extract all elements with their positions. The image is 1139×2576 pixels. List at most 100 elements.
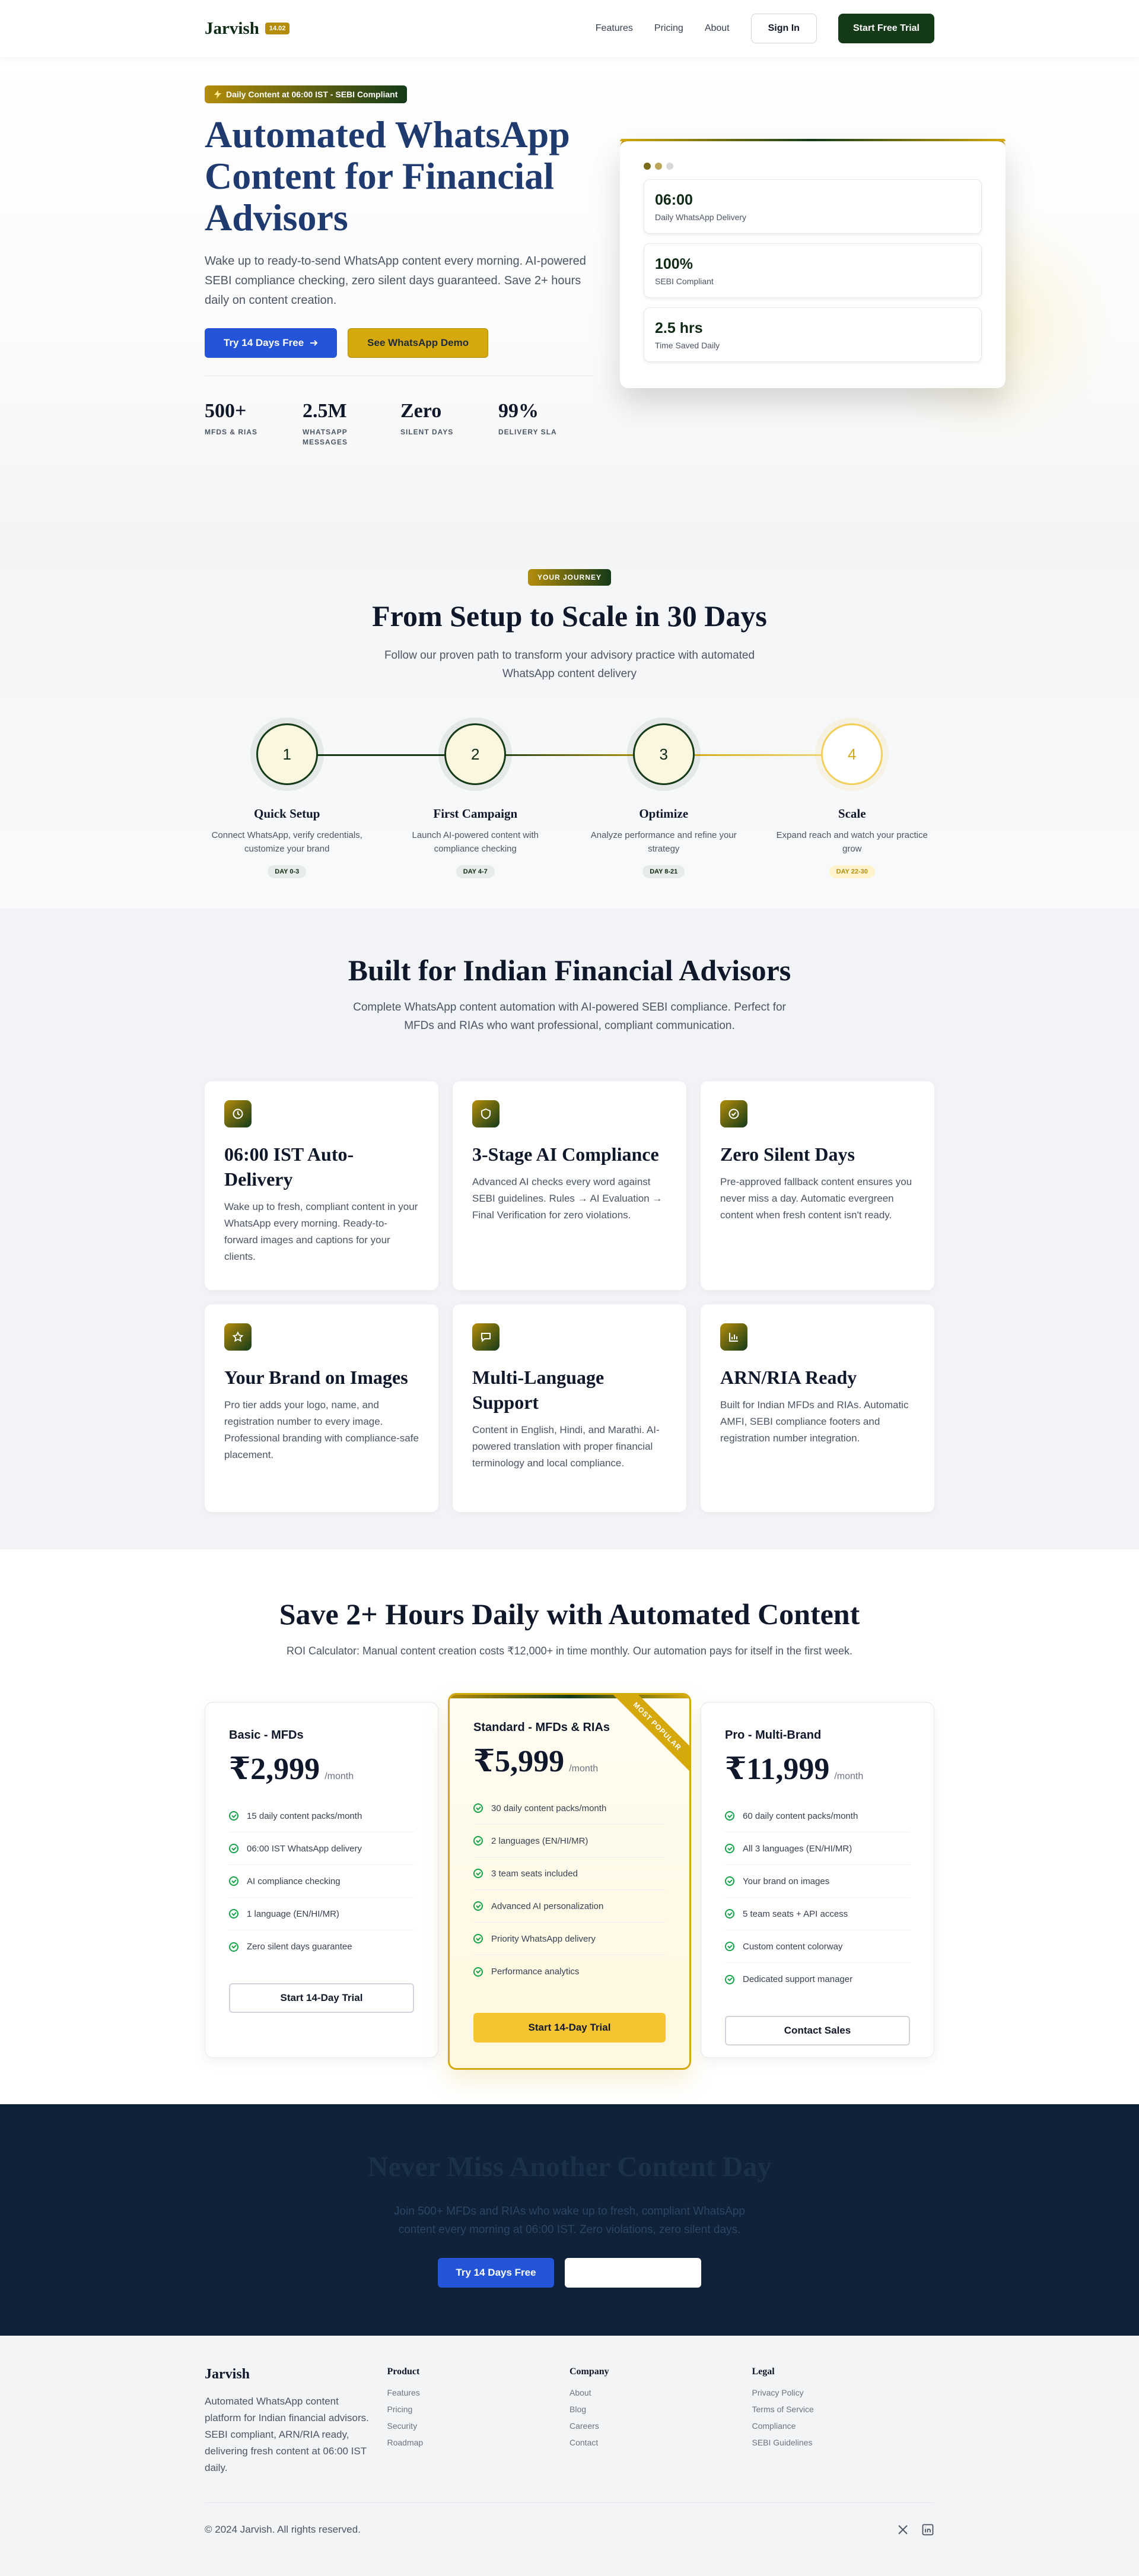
- arrow-right-icon: [310, 340, 318, 346]
- plan-name: Basic - MFDs: [229, 1729, 304, 1742]
- feature-title: 3-Stage AI Compliance: [472, 1144, 659, 1165]
- footer: Jarvish Automated WhatsApp content platf…: [0, 2336, 1139, 2576]
- plan-feature-item: 60 daily content packs/month: [725, 1800, 910, 1832]
- step-description: Analyze performance and refine your stra…: [590, 830, 737, 854]
- feature-description: Content in English, Hindi, and Marathi. …: [472, 1424, 660, 1469]
- step-tag: DAY 4-7: [456, 865, 495, 878]
- footer-link-compliance[interactable]: Compliance: [752, 2421, 935, 2431]
- footer-column-legal: Legal Privacy Policy Terms of Service Co…: [752, 2367, 935, 2476]
- check-icon: [473, 1967, 483, 1977]
- stat-value: 99%: [498, 400, 539, 422]
- chart-icon: [720, 1323, 747, 1351]
- window-dot: [666, 163, 673, 170]
- pricing-section: Save 2+ Hours Daily with Automated Conte…: [0, 1549, 1139, 2104]
- plan-feature-item: Advanced AI personalization: [473, 1890, 666, 1923]
- plan-feature-item: Custom content colorway: [725, 1930, 910, 1963]
- footer-link-terms[interactable]: Terms of Service: [752, 2405, 935, 2414]
- nav-link-pricing[interactable]: Pricing: [654, 23, 683, 34]
- footer-link-roadmap[interactable]: Roadmap: [387, 2438, 570, 2447]
- check-icon: [725, 1876, 734, 1886]
- top-nav: Jarvish 14.02 Features Pricing About Sig…: [0, 0, 1139, 57]
- mockup-card-label: SEBI Compliant: [655, 277, 714, 286]
- plan-feature-text: Your brand on images: [743, 1876, 830, 1886]
- cta-secondary-button[interactable]: [565, 2258, 701, 2288]
- step-title: Quick Setup: [254, 806, 320, 821]
- mockup-card-delivery: 06:00 Daily WhatsApp Delivery: [644, 179, 982, 234]
- nav-link-about[interactable]: About: [705, 23, 730, 34]
- plan-feature-item: 06:00 IST WhatsApp delivery: [229, 1832, 414, 1865]
- standard-start-trial-button[interactable]: Start 14-Day Trial: [473, 2013, 666, 2043]
- contact-sales-button[interactable]: Contact Sales: [725, 2016, 910, 2045]
- plan-feature-item: 30 daily content packs/month: [473, 1792, 666, 1825]
- step-description: Expand reach and watch your practice gro…: [776, 830, 928, 854]
- brand[interactable]: Jarvish 14.02: [205, 19, 290, 39]
- journey-step: 2 First Campaign Launch AI-powered conte…: [381, 723, 570, 878]
- cta-try-free-button[interactable]: Try 14 Days Free: [438, 2258, 554, 2288]
- feature-description: Wake up to fresh, compliant content in y…: [224, 1201, 418, 1262]
- feature-description: Pre-approved fallback content ensures yo…: [720, 1176, 912, 1221]
- check-icon: [473, 1803, 483, 1813]
- plan-price: ₹5,999: [473, 1745, 565, 1778]
- feature-title: Your Brand on Images: [224, 1367, 408, 1388]
- feature-title: 06:00 IST Auto-Delivery: [224, 1144, 354, 1190]
- feature-title: Zero Silent Days: [720, 1144, 855, 1165]
- footer-about: Automated WhatsApp content platform for …: [205, 2396, 369, 2473]
- feature-card: 06:00 IST Auto-Delivery Wake up to fresh…: [205, 1081, 438, 1290]
- stat-label: Delivery SLA: [498, 428, 557, 436]
- chat-icon: [472, 1323, 499, 1351]
- window-dot: [644, 163, 651, 170]
- clock-icon: [224, 1100, 252, 1127]
- footer-link-about[interactable]: About: [570, 2388, 752, 2397]
- features-grid: 06:00 IST Auto-Delivery Wake up to fresh…: [205, 1081, 934, 1512]
- journey-step: 1 Quick Setup Connect WhatsApp, verify c…: [193, 723, 381, 878]
- basic-start-trial-button[interactable]: Start 14-Day Trial: [229, 1983, 414, 2013]
- plan-feature-text: Zero silent days guarantee: [247, 1942, 352, 1952]
- copyright: © 2024 Jarvish. All rights reserved.: [205, 2524, 361, 2535]
- shield-icon: [472, 1100, 499, 1127]
- plan-feature-text: 06:00 IST WhatsApp delivery: [247, 1843, 362, 1854]
- journey-pill: YOUR JOURNEY: [527, 569, 612, 586]
- step-number: 3: [632, 723, 695, 785]
- cta-subtitle: Join 500+ MFDs and RIAs who wake up to f…: [394, 2205, 745, 2236]
- plan-top-gradient: [450, 1695, 689, 1698]
- feature-card: Multi-Language Support Content in Englis…: [453, 1304, 686, 1512]
- footer-link-sebi-guidelines[interactable]: SEBI Guidelines: [752, 2438, 935, 2447]
- step-description: Connect WhatsApp, verify credentials, cu…: [211, 830, 362, 854]
- step-title: First Campaign: [433, 806, 518, 821]
- step-tag: DAY 8-21: [642, 865, 685, 878]
- footer-column-product: Product Features Pricing Security Roadma…: [387, 2367, 570, 2476]
- whatsapp-demo-button[interactable]: See WhatsApp Demo: [348, 328, 489, 358]
- star-icon: [224, 1323, 252, 1351]
- journey-title: From Setup to Scale in 30 Days: [372, 599, 767, 633]
- x-twitter-icon[interactable]: [896, 2523, 909, 2536]
- features-title: Built for Indian Financial Advisors: [348, 954, 791, 987]
- footer-link-contact[interactable]: Contact: [570, 2438, 752, 2447]
- footer-link-features[interactable]: Features: [387, 2388, 570, 2397]
- footer-link-privacy[interactable]: Privacy Policy: [752, 2388, 935, 2397]
- footer-link-blog[interactable]: Blog: [570, 2405, 752, 2414]
- plan-feature-item: 1 language (EN/HI/MR): [229, 1898, 414, 1930]
- check-icon: [725, 1974, 734, 1984]
- stat-item: 500+ MFDs & RIAs: [205, 400, 303, 447]
- feature-title: Multi-Language Support: [472, 1367, 605, 1413]
- try-free-button[interactable]: Try 14 Days Free: [205, 328, 338, 358]
- footer-brand: Jarvish: [205, 2367, 250, 2382]
- footer-link-security[interactable]: Security: [387, 2421, 570, 2431]
- sign-in-button[interactable]: Sign In: [750, 14, 817, 43]
- plan-feature-text: 60 daily content packs/month: [743, 1810, 858, 1821]
- stat-label: Silent Days: [400, 428, 454, 436]
- plan-feature-item: 2 languages (EN/HI/MR): [473, 1825, 666, 1857]
- nav-links: Features Pricing About Sign In Start Fre…: [596, 14, 934, 43]
- check-icon: [229, 1909, 238, 1918]
- nav-link-features[interactable]: Features: [596, 23, 633, 34]
- step-tag: DAY 0-3: [268, 865, 307, 878]
- start-free-trial-button[interactable]: Start Free Trial: [838, 14, 934, 43]
- footer-link-pricing[interactable]: Pricing: [387, 2405, 570, 2414]
- linkedin-icon[interactable]: [921, 2523, 934, 2536]
- plan-feature-text: Performance analytics: [491, 1967, 580, 1977]
- footer-link-careers[interactable]: Careers: [570, 2421, 752, 2431]
- footer-heading: Legal: [752, 2367, 775, 2377]
- check-icon: [725, 1909, 734, 1918]
- check-icon: [229, 1844, 238, 1853]
- mockup-card-time-saved: 2.5 hrs Time Saved Daily: [644, 307, 982, 362]
